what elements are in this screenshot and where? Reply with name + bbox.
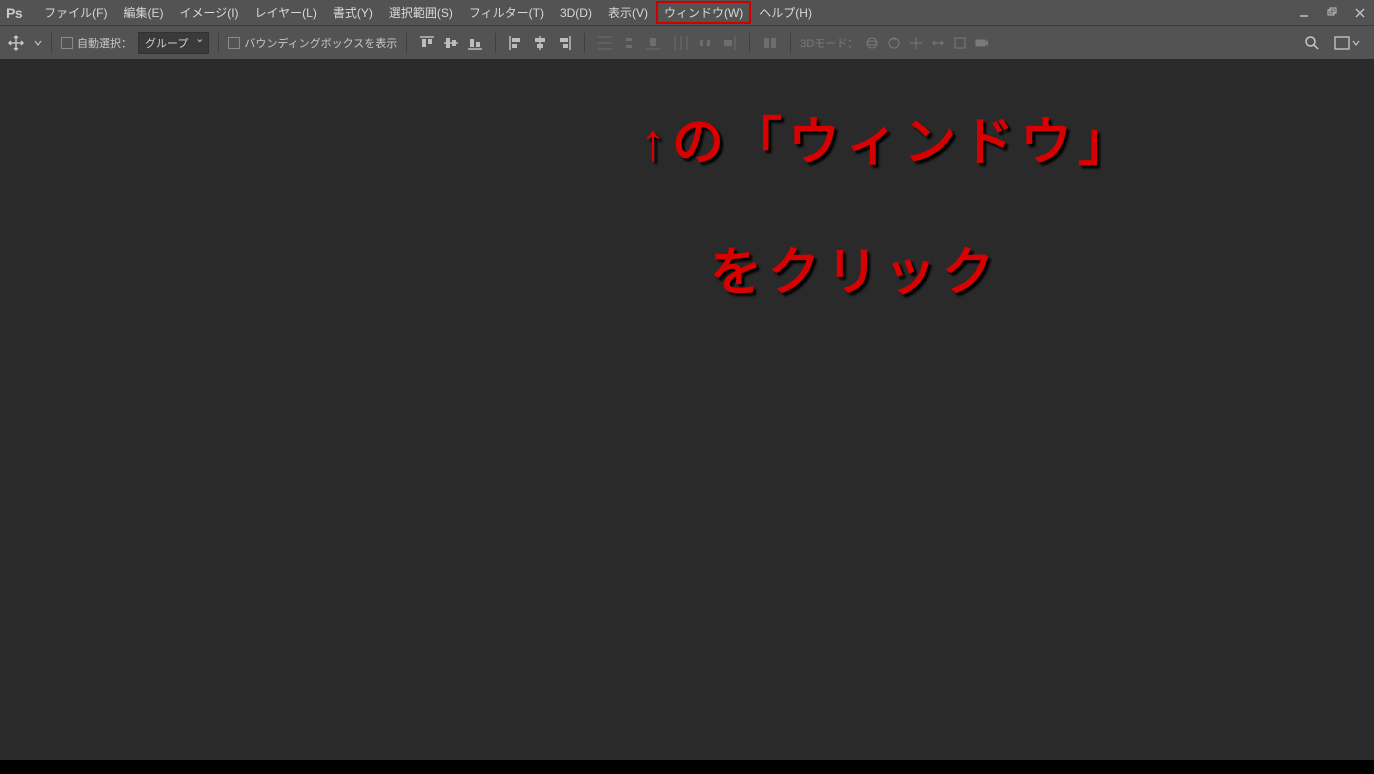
separator — [790, 33, 791, 53]
menu-layer[interactable]: レイヤー(L) — [247, 1, 325, 24]
menu-3d[interactable]: 3D(D) — [552, 3, 600, 23]
checkbox-icon — [228, 37, 240, 49]
align-bottom-edges-button[interactable] — [464, 32, 486, 54]
separator — [495, 33, 496, 53]
document-layout-icon — [1334, 36, 1350, 50]
mode-3d-section: 3Dモード： — [800, 35, 990, 51]
orbit-3d-icon — [864, 35, 880, 51]
menu-file[interactable]: ファイル(F) — [36, 1, 115, 24]
annotation-line-1: ↑の「ウィンドウ」 — [640, 100, 1136, 175]
align-vertical-centers-button[interactable] — [440, 32, 462, 54]
menu-select[interactable]: 選択範囲(S) — [381, 1, 461, 24]
align-left-edges-button[interactable] — [505, 32, 527, 54]
bounding-box-checkbox[interactable]: バウンディングボックスを表示 — [228, 35, 397, 51]
distribute-right-button — [718, 32, 740, 54]
minimize-button[interactable] — [1290, 3, 1318, 23]
menu-help[interactable]: ヘルプ(H) — [751, 1, 820, 24]
taskbar-edge — [0, 760, 1374, 774]
search-button[interactable] — [1304, 35, 1320, 51]
separator — [51, 33, 52, 53]
window-controls — [1290, 3, 1374, 23]
close-button[interactable] — [1346, 3, 1374, 23]
separator — [749, 33, 750, 53]
distribute-vertical-group — [594, 32, 664, 54]
align-right-edges-button[interactable] — [553, 32, 575, 54]
minimize-icon — [1298, 7, 1310, 19]
auto-select-checkbox[interactable]: 自動選択： — [61, 35, 132, 51]
right-tools — [1304, 35, 1360, 51]
pan-3d-icon — [908, 35, 924, 51]
auto-align-layers-button — [759, 32, 781, 54]
menu-edit[interactable]: 編集(E) — [115, 1, 171, 24]
align-top-edges-button[interactable] — [416, 32, 438, 54]
options-bar: 自動選択： グループ バウンディングボックスを表示 3Dモード： — [0, 26, 1374, 60]
separator — [406, 33, 407, 53]
chevron-down-icon — [1352, 39, 1360, 47]
close-icon — [1354, 7, 1366, 19]
distribute-vcenter-button — [618, 32, 640, 54]
menu-filter[interactable]: フィルター(T) — [461, 1, 552, 24]
auto-select-label: 自動選択： — [77, 35, 132, 51]
distribute-top-button — [594, 32, 616, 54]
align-horizontal-centers-button[interactable] — [529, 32, 551, 54]
checkbox-icon — [61, 37, 73, 49]
scale-3d-icon — [952, 35, 968, 51]
distribute-bottom-button — [642, 32, 664, 54]
maximize-button[interactable] — [1318, 3, 1346, 23]
menu-window[interactable]: ウィンドウ(W) — [656, 1, 751, 24]
auto-select-mode-value: グループ — [145, 38, 188, 50]
auto-select-mode-dropdown[interactable]: グループ — [138, 32, 209, 54]
camera-3d-icon — [974, 35, 990, 51]
chevron-down-icon[interactable] — [34, 39, 42, 47]
menu-view[interactable]: 表示(V) — [600, 1, 656, 24]
distribute-horizontal-group — [670, 32, 740, 54]
menu-image[interactable]: イメージ(I) — [171, 1, 246, 24]
align-top-group — [416, 32, 486, 54]
menu-bar: Ps ファイル(F) 編集(E) イメージ(I) レイヤー(L) 書式(Y) 選… — [0, 0, 1374, 26]
align-left-group — [505, 32, 575, 54]
distribute-left-button — [670, 32, 692, 54]
mode-3d-label: 3Dモード： — [800, 35, 858, 51]
maximize-icon — [1326, 7, 1338, 19]
slide-3d-icon — [930, 35, 946, 51]
distribute-hcenter-button — [694, 32, 716, 54]
search-icon — [1304, 35, 1320, 51]
canvas-area: ↑の「ウィンドウ」 をクリック — [0, 60, 1374, 774]
menu-type[interactable]: 書式(Y) — [325, 1, 381, 24]
separator — [584, 33, 585, 53]
roll-3d-icon — [886, 35, 902, 51]
bounding-box-label: バウンディングボックスを表示 — [244, 35, 397, 51]
app-logo: Ps — [6, 5, 22, 21]
document-layout-button[interactable] — [1334, 36, 1360, 50]
move-tool-icon[interactable] — [4, 31, 28, 55]
separator — [218, 33, 219, 53]
annotation-line-2: をクリック — [710, 230, 1000, 305]
